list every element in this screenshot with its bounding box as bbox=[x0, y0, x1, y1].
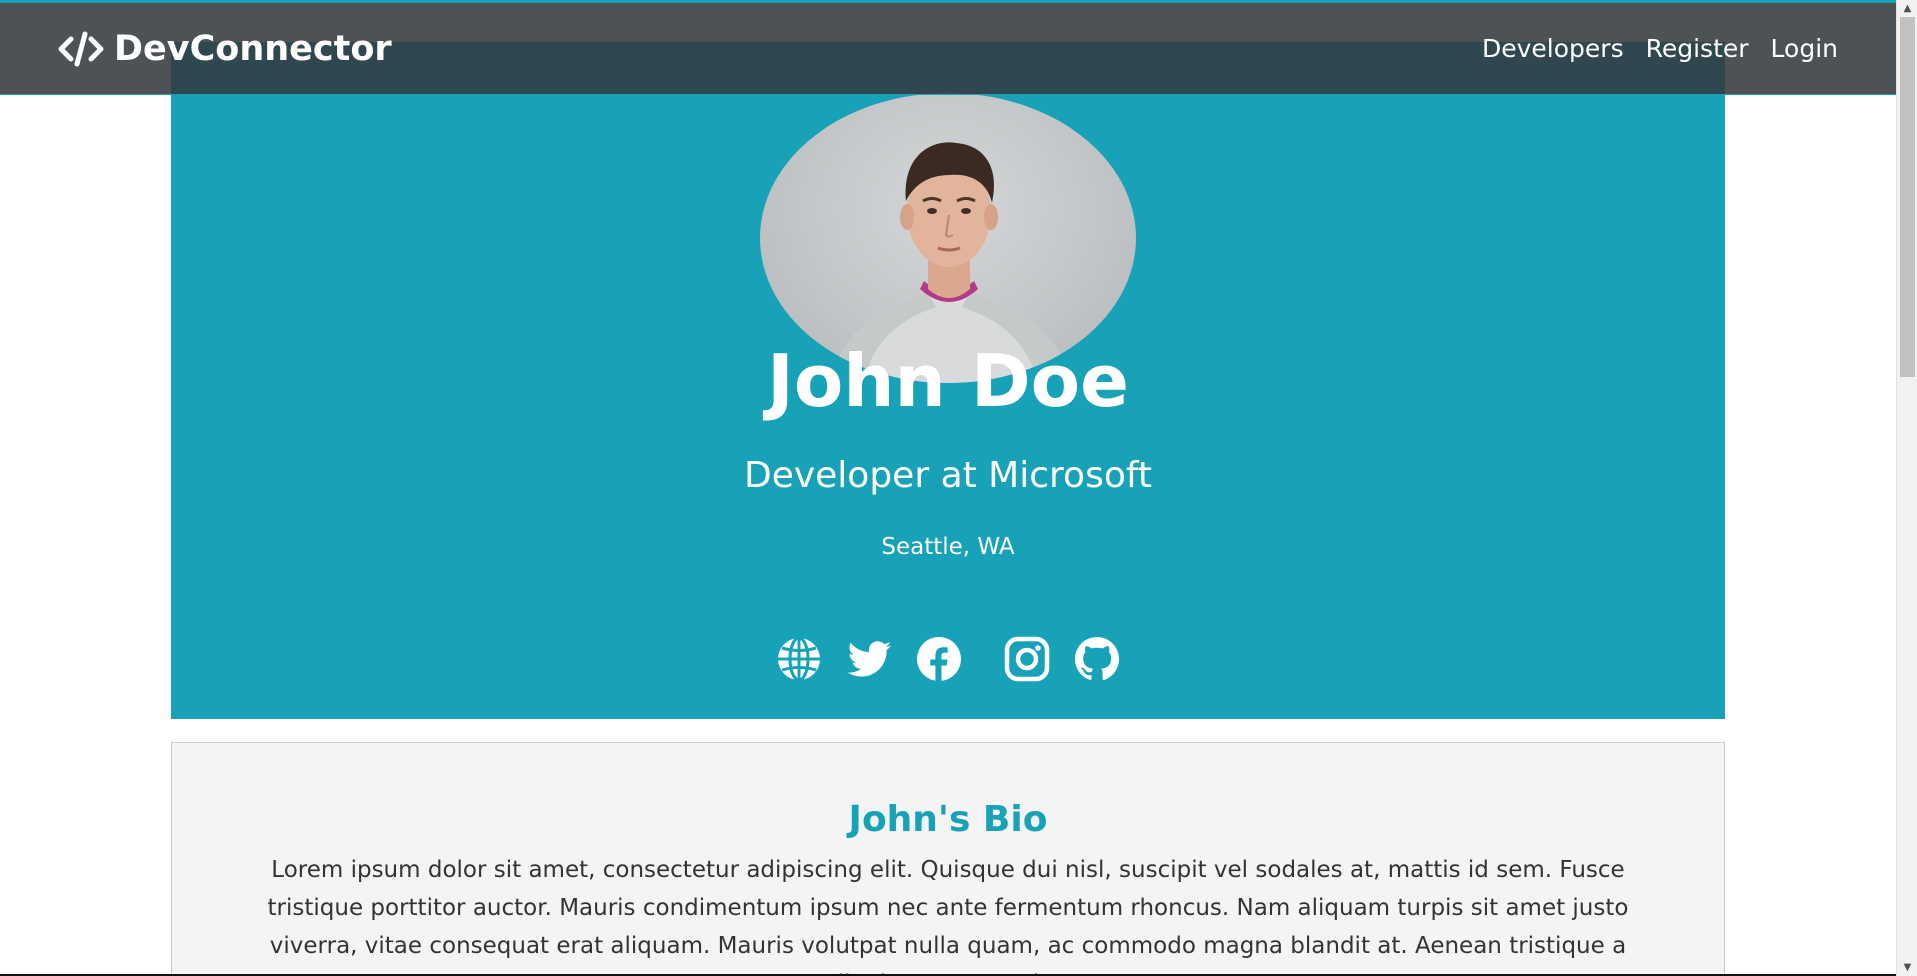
nav-links: Developers Register Login bbox=[1482, 34, 1838, 63]
social-links bbox=[171, 635, 1725, 685]
instagram-icon[interactable] bbox=[1003, 635, 1051, 683]
nav-link-register[interactable]: Register bbox=[1646, 34, 1749, 63]
profile-job-title: Developer at Microsoft bbox=[743, 455, 1153, 496]
profile-top-card: John Doe Developer at Microsoft Seattle,… bbox=[171, 42, 1725, 719]
page-viewport: John Doe Developer at Microsoft Seattle,… bbox=[0, 0, 1896, 976]
vertical-scrollbar[interactable]: ▲ ▼ bbox=[1896, 0, 1917, 976]
scroll-down-arrow-icon[interactable]: ▼ bbox=[1897, 959, 1917, 976]
bio-heading: John's Bio bbox=[848, 799, 1048, 840]
nav-link-login[interactable]: Login bbox=[1771, 34, 1838, 63]
profile-name: John Doe bbox=[767, 339, 1129, 423]
globe-icon[interactable] bbox=[775, 635, 823, 683]
brand-text: DevConnector bbox=[114, 28, 392, 69]
github-icon[interactable] bbox=[1073, 635, 1121, 683]
profile-location: Seattle, WA bbox=[881, 534, 1015, 560]
bio-text: Lorem ipsum dolor sit amet, consectetur … bbox=[267, 857, 1629, 976]
brand-link[interactable]: DevConnector bbox=[58, 29, 392, 69]
code-icon bbox=[58, 31, 104, 66]
navbar: DevConnector Developers Register Login bbox=[0, 0, 1896, 95]
scroll-up-arrow-icon[interactable]: ▲ bbox=[1897, 0, 1917, 17]
facebook-icon[interactable] bbox=[915, 635, 963, 683]
scroll-thumb[interactable] bbox=[1900, 17, 1915, 377]
nav-link-developers[interactable]: Developers bbox=[1482, 34, 1624, 63]
twitter-icon[interactable] bbox=[845, 635, 893, 683]
profile-bio-card: John's Bio Lorem ipsum dolor sit amet, c… bbox=[171, 742, 1725, 976]
